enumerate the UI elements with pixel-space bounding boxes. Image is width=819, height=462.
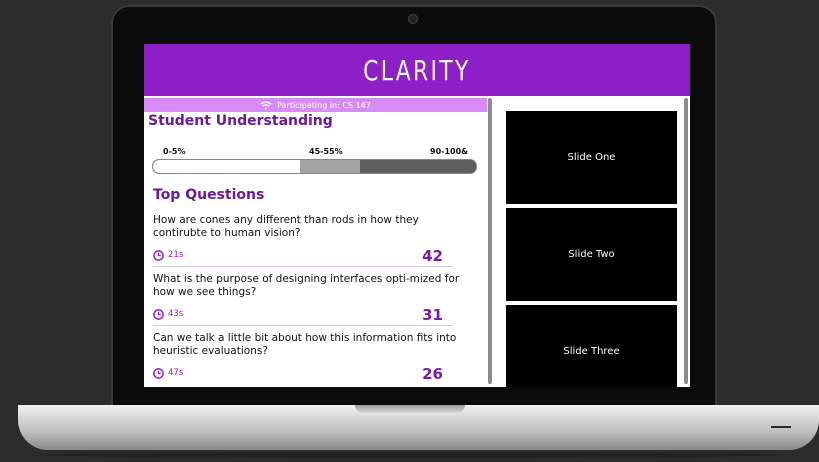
question-meta: 47s 26 bbox=[153, 365, 453, 384]
question-divider bbox=[153, 266, 453, 267]
question-text: Can we talk a little bit about how this … bbox=[153, 332, 457, 357]
understanding-meter bbox=[152, 159, 477, 174]
clock-icon bbox=[153, 250, 164, 261]
question-time: 43s bbox=[168, 309, 184, 319]
question-time: 21s bbox=[168, 250, 184, 260]
meter-fill bbox=[153, 160, 300, 173]
question-text: How are cones any different than rods in… bbox=[153, 214, 419, 239]
slide-thumbnail[interactable]: Slide Three bbox=[506, 305, 677, 387]
question-meta: 43s 31 bbox=[153, 306, 453, 325]
question-item[interactable]: Can we talk a little bit about how this … bbox=[153, 332, 471, 383]
participating-label: Participating in: CS 147 bbox=[277, 100, 371, 110]
scale-label-mid: 45-55% bbox=[309, 147, 343, 156]
question-meta: 21s 42 bbox=[153, 247, 453, 266]
slide-label: Slide One bbox=[567, 152, 616, 163]
slides-panel: Slide One Slide Two Slide Three bbox=[496, 96, 690, 387]
question-votes: 31 bbox=[422, 306, 443, 324]
app-screen: CLARITY Participating in: CS 147 Student… bbox=[144, 44, 690, 387]
laptop-shadow bbox=[40, 452, 780, 458]
slides-scrollbar[interactable] bbox=[684, 98, 688, 384]
questions-title: Top Questions bbox=[153, 187, 265, 203]
understanding-title: Student Understanding bbox=[148, 113, 333, 129]
slide-label: Slide Two bbox=[568, 249, 615, 260]
app-title: CLARITY bbox=[363, 53, 471, 87]
app-header: CLARITY bbox=[144, 44, 690, 96]
laptop-indicator bbox=[771, 426, 791, 428]
camera-icon bbox=[409, 15, 417, 23]
scale-label-high: 90-100& bbox=[430, 147, 469, 156]
question-votes: 42 bbox=[422, 247, 443, 265]
clock-icon bbox=[153, 368, 164, 379]
question-item[interactable]: How are cones any different than rods in… bbox=[153, 214, 471, 267]
left-panel: Student Understanding 0-5% 45-55% 90-100… bbox=[144, 112, 487, 387]
clock-icon bbox=[153, 309, 164, 320]
slide-thumbnail[interactable]: Slide Two bbox=[506, 208, 677, 301]
participating-banner: Participating in: CS 147 bbox=[144, 98, 487, 112]
question-time: 47s bbox=[168, 368, 184, 378]
questions-scrollbar[interactable] bbox=[488, 98, 492, 384]
question-divider bbox=[153, 325, 453, 326]
slide-thumbnail[interactable]: Slide One bbox=[506, 111, 677, 204]
question-votes: 26 bbox=[422, 365, 443, 383]
wifi-icon bbox=[260, 100, 272, 110]
scale-label-low: 0-5% bbox=[163, 147, 186, 156]
question-item[interactable]: What is the purpose of designing interfa… bbox=[153, 273, 471, 326]
slide-label: Slide Three bbox=[563, 346, 620, 357]
question-text: What is the purpose of designing interfa… bbox=[153, 273, 460, 298]
laptop-notch bbox=[355, 405, 465, 413]
